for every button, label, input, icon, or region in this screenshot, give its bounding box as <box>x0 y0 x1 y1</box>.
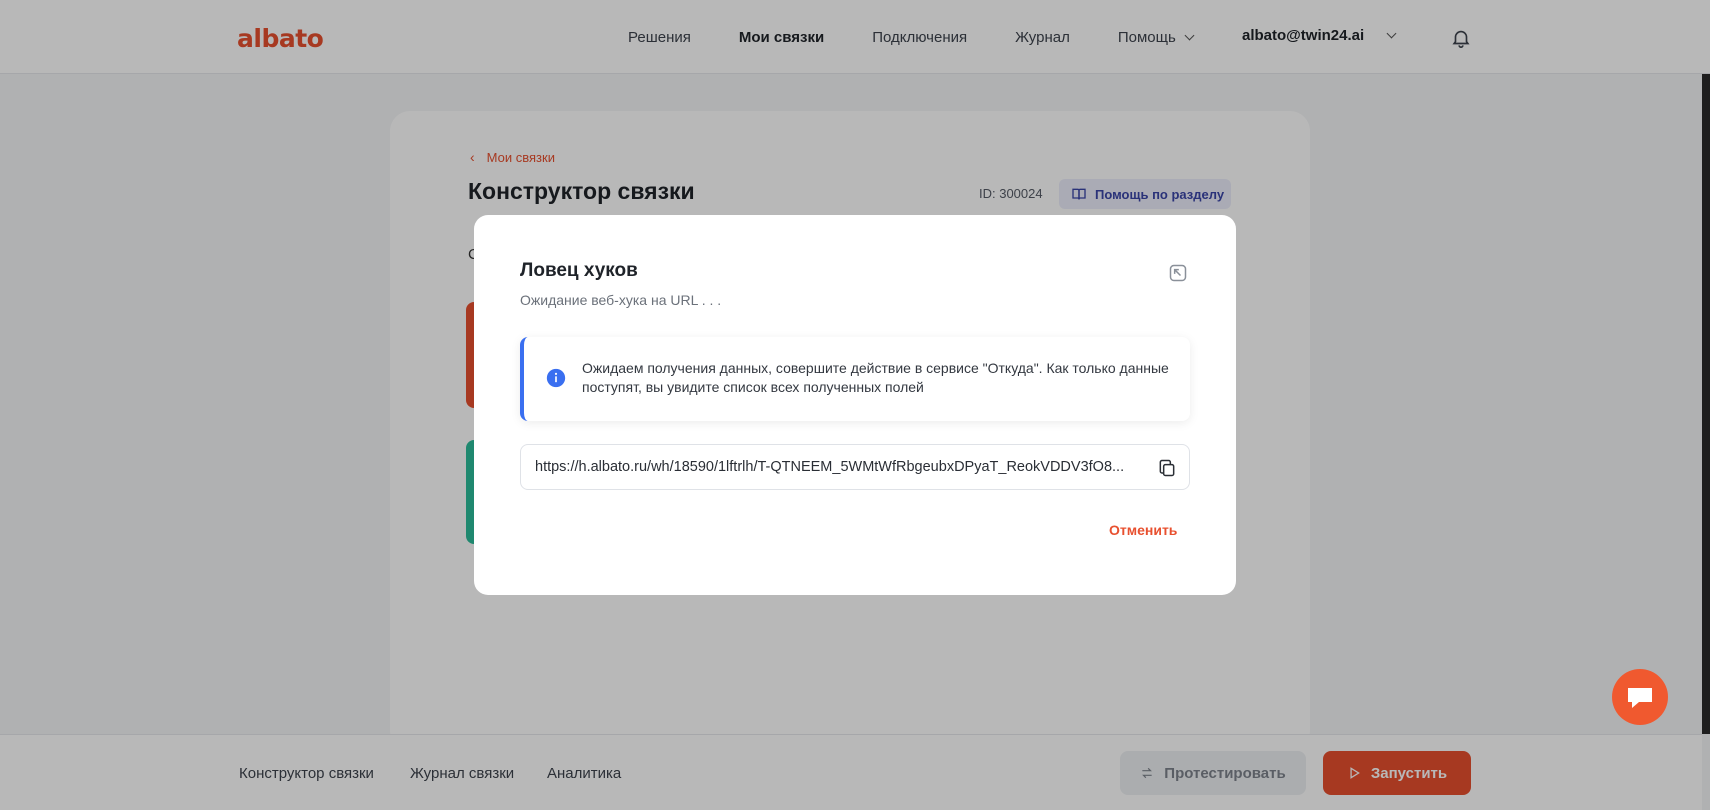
webhook-url[interactable]: https://h.albato.ru/wh/18590/1lftrlh/T-Q… <box>535 459 1145 475</box>
cancel-button[interactable]: Отменить <box>1109 522 1177 538</box>
copy-icon[interactable] <box>1157 458 1177 478</box>
info-alert: Ожидаем получения данных, совершите дейс… <box>520 337 1190 421</box>
modal-title: Ловец хуков <box>520 260 638 281</box>
chat-icon <box>1628 688 1652 708</box>
info-icon <box>546 368 566 388</box>
webhook-catcher-modal: Ловец хуков Ожидание веб-хука на URL . .… <box>474 215 1236 595</box>
webhook-url-field[interactable]: https://h.albato.ru/wh/18590/1lftrlh/T-Q… <box>520 444 1190 490</box>
modal-subtitle: Ожидание веб-хука на URL . . . <box>520 292 722 308</box>
collapse-icon[interactable] <box>1168 263 1188 283</box>
chat-widget-button[interactable] <box>1612 669 1668 725</box>
info-text: Ожидаем получения данных, совершите дейс… <box>582 360 1169 395</box>
